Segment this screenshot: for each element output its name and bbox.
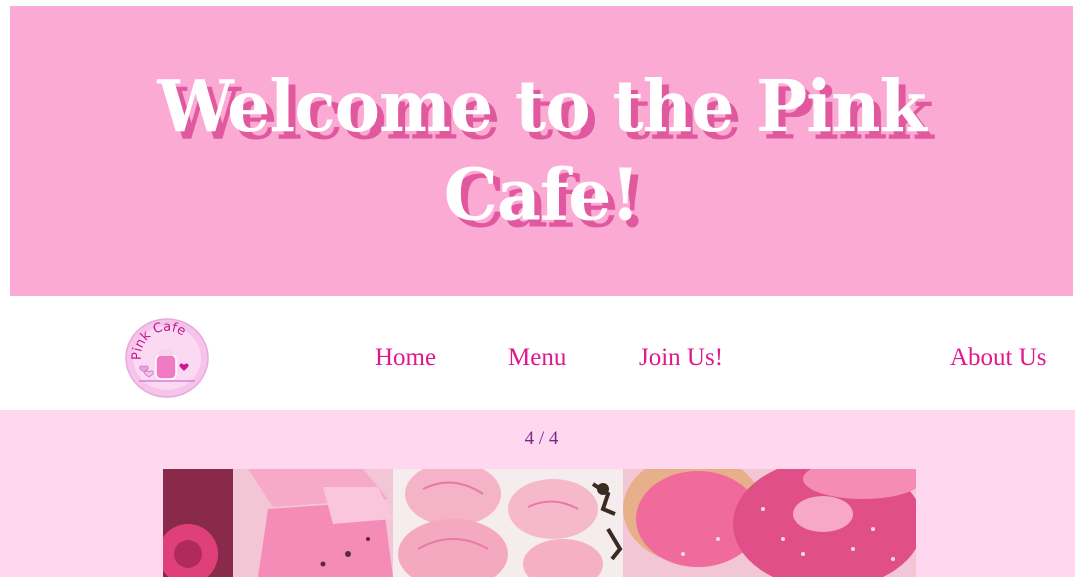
slideshow: 4 / 4 bbox=[0, 410, 1075, 577]
nav-menu-link[interactable]: Menu bbox=[508, 344, 566, 372]
logo-graphic: Pink Cafe Pink Cafe bbox=[125, 318, 209, 398]
slide-counter: 4 / 4 bbox=[524, 428, 559, 449]
nav-home-link[interactable]: Home bbox=[375, 344, 436, 372]
pink-desserts-photo bbox=[163, 469, 916, 577]
slide-image[interactable] bbox=[163, 469, 916, 577]
page-title: Welcome to the Pink Cafe! bbox=[157, 64, 926, 238]
navbar: Pink Cafe Pink Cafe Home Menu Join Us! A… bbox=[0, 296, 1075, 410]
nav-join-link[interactable]: Join Us! bbox=[639, 344, 723, 372]
nav-about-link[interactable]: About Us bbox=[950, 344, 1047, 372]
cafe-logo[interactable]: Pink Cafe Pink Cafe bbox=[125, 318, 209, 398]
hero-banner: Welcome to the Pink Cafe! bbox=[10, 6, 1073, 296]
page: Welcome to the Pink Cafe! Pink Cafe Pink… bbox=[0, 0, 1075, 577]
